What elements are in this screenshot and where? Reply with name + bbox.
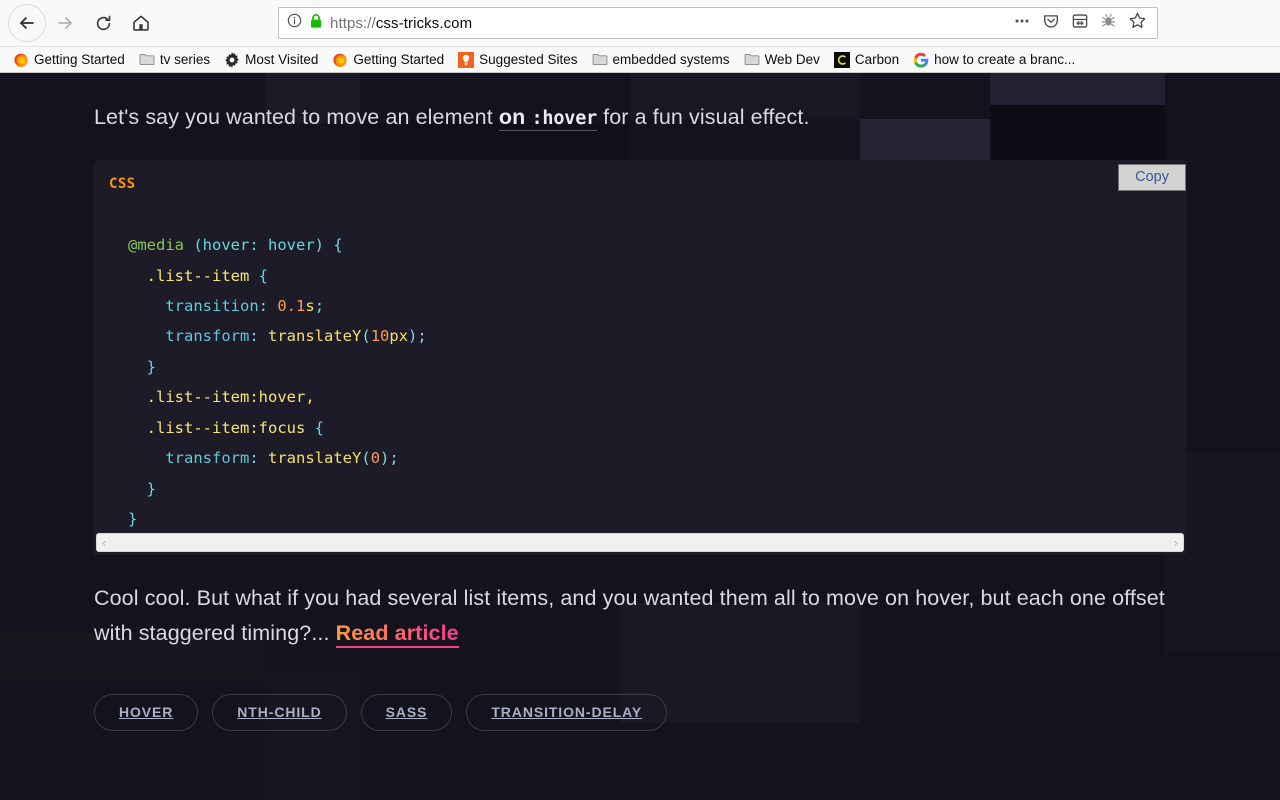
tag-transition-delay[interactable]: TRANSITION-DELAY [466, 694, 668, 732]
bookmark-label: Getting Started [353, 52, 445, 67]
address-bar[interactable]: https://css-tricks.com [278, 7, 1158, 39]
firefox-icon [13, 52, 29, 68]
hover-doc-link[interactable]: on :hover [498, 105, 598, 131]
lightbulb-icon [458, 51, 475, 68]
reload-icon [94, 14, 113, 33]
bookmark-item[interactable]: Most Visited [217, 50, 325, 70]
bookmark-item[interactable]: Web Dev [737, 50, 827, 70]
bookmark-item[interactable]: Getting Started [325, 50, 451, 70]
outro-paragraph: Cool cool. But what if you had several l… [94, 581, 1186, 651]
folder-icon [139, 52, 155, 68]
container-tabs-icon[interactable] [1071, 12, 1089, 35]
url-text[interactable]: https://css-tricks.com [330, 15, 1006, 32]
google-icon [913, 52, 929, 68]
forward-arrow-icon [55, 13, 75, 33]
bookmark-item[interactable]: Carbon [827, 50, 906, 70]
intro-text-after: for a fun visual effect. [597, 105, 810, 129]
code-language-label: CSS [109, 176, 136, 193]
bookmarks-toolbar: Getting Started tv series Most Visited G… [0, 47, 1280, 72]
gear-icon [224, 51, 240, 68]
padlock-icon[interactable] [309, 13, 323, 34]
bookmark-label: Most Visited [245, 52, 319, 67]
bookmark-label: embedded systems [612, 52, 730, 67]
read-article-link[interactable]: Read article [335, 621, 459, 649]
scroll-left-arrow-icon[interactable]: ‹ [102, 536, 106, 549]
bookmark-label: Web Dev [764, 52, 820, 67]
copy-button[interactable]: Copy [1118, 164, 1186, 192]
intro-text-before: Let's say you wanted to move an element [94, 105, 499, 129]
bookmark-label: how to create a branc... [934, 52, 1076, 67]
page-actions-icon[interactable] [1013, 13, 1031, 34]
bookmark-item[interactable]: Suggested Sites [451, 50, 584, 70]
article-content: Let's say you wanted to move an element … [0, 73, 1280, 732]
bookmark-item[interactable]: Getting Started [6, 50, 132, 70]
bookmark-item[interactable]: how to create a branc... [906, 50, 1082, 70]
url-host: css-tricks.com [375, 14, 473, 32]
urlbar-container: https://css-tricks.com [160, 7, 1272, 39]
home-button[interactable] [122, 4, 160, 42]
carbon-icon [833, 51, 850, 68]
bookmark-item[interactable]: embedded systems [585, 50, 737, 70]
code-source[interactable]: @media (hover: hover) { .list--item { tr… [94, 176, 1186, 534]
web-page-viewport: Let's say you wanted to move an element … [0, 73, 1280, 800]
tag-list: HOVER NTH-CHILD SASS TRANSITION-DELAY [94, 694, 1186, 732]
reload-button[interactable] [84, 4, 122, 42]
home-icon [131, 13, 151, 33]
tag-nth-child[interactable]: NTH-CHILD [212, 694, 347, 732]
code-block: CSS Copy @media (hover: hover) { .list--… [94, 160, 1186, 556]
urlbar-icon-group [1013, 11, 1149, 35]
firefox-icon [332, 52, 348, 68]
bookmark-label: Suggested Sites [479, 52, 578, 67]
bookmark-star-icon[interactable] [1128, 11, 1147, 35]
intro-paragraph: Let's say you wanted to move an element … [94, 101, 1186, 133]
tag-sass[interactable]: SASS [360, 694, 453, 732]
back-button[interactable] [8, 4, 46, 42]
hover-link-word: on [498, 105, 532, 129]
forward-button[interactable] [46, 4, 84, 42]
code-horizontal-scrollbar[interactable]: ‹ › [96, 533, 1184, 553]
info-icon[interactable] [287, 13, 302, 33]
outro-text: Cool cool. But what if you had several l… [94, 586, 1165, 646]
browser-chrome: https://css-tricks.com Getting Started t… [0, 0, 1280, 73]
back-arrow-icon [17, 13, 37, 33]
tag-hover[interactable]: HOVER [94, 694, 199, 732]
scroll-right-arrow-icon[interactable]: › [1174, 536, 1178, 549]
folder-icon [592, 52, 608, 68]
bookmark-label: tv series [159, 52, 211, 67]
bookmark-label: Getting Started [34, 52, 125, 67]
url-scheme: https:// [330, 14, 376, 32]
pocket-icon[interactable] [1042, 12, 1060, 35]
folder-icon [744, 52, 760, 68]
browser-navigation-bar: https://css-tricks.com [0, 0, 1280, 47]
bookmark-label: Carbon [854, 52, 900, 67]
bookmark-item[interactable]: tv series [132, 50, 217, 70]
bug-icon[interactable] [1100, 12, 1117, 34]
hover-link-code: :hover [531, 108, 598, 129]
